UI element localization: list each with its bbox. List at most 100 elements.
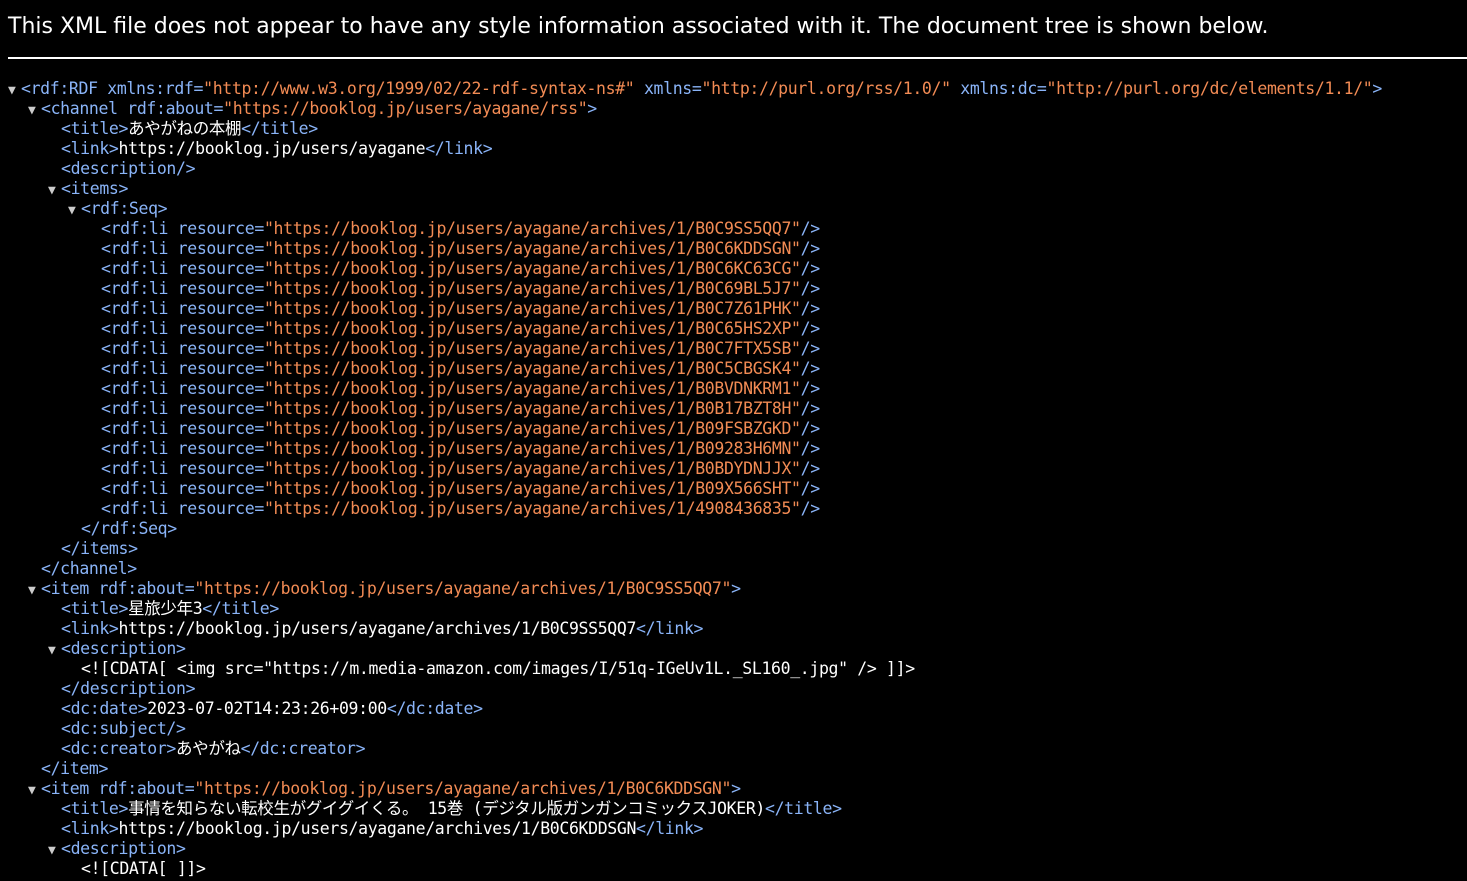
xml-tag: <rdf:li [101,319,169,338]
collapse-triangle-icon[interactable]: ▼ [28,101,41,121]
xml-tag: /> [800,379,821,398]
xml-tag: <rdf:li [101,219,169,238]
collapse-triangle-icon[interactable]: ▼ [28,781,41,801]
tree-line: ▼<title>事情を知らない転校生がグイグイくる。 15巻 (デジタル版ガンガ… [8,799,1467,819]
collapse-triangle-icon[interactable]: ▼ [48,841,61,861]
xml-tag: </channel> [41,559,137,578]
xml-tag: <rdf:RDF [21,79,98,98]
xml-tag: <items> [61,179,129,198]
xml-tag: </link> [425,139,493,158]
xml-tag: <rdf:li [101,299,169,318]
xml-tag: /> [800,439,821,458]
xml-attribute-value: "https://booklog.jp/users/ayagane/archiv… [263,379,801,398]
tree-line: ▼<description/> [8,159,1467,179]
xml-tag: <description> [61,639,186,658]
xml-attribute-value: "http://purl.org/rss/1.0/" [701,79,951,98]
xml-attribute-value: "https://booklog.jp/users/ayagane/archiv… [194,579,732,598]
tree-line: ▼<rdf:li resource="https://booklog.jp/us… [8,219,1467,239]
xml-tag: <rdf:li [101,339,169,358]
xml-attribute-name: xmlns:dc= [950,79,1047,98]
xml-attribute-name: resource= [168,499,265,518]
collapse-triangle-icon[interactable]: ▼ [28,581,41,601]
tree-line: ▼</description> [8,679,1467,699]
tree-line: ▼ <items> [8,179,1467,199]
collapse-triangle-icon[interactable]: ▼ [48,641,61,661]
xml-tag: <rdf:li [101,359,169,378]
tree-line: ▼ <channel rdf:about="https://booklog.jp/… [8,99,1467,119]
xml-text: あやがねの本棚 [128,119,242,138]
xml-tag: <rdf:li [101,479,169,498]
collapse-triangle-icon[interactable]: ▼ [8,81,21,101]
xml-tag: /> [800,479,821,498]
xml-tag: <dc:date> [61,699,148,718]
xml-text: https://booklog.jp/users/ayagane/archive… [118,619,637,638]
xml-tag: </dc:creator> [240,739,366,758]
tree-line: ▼<rdf:li resource="https://booklog.jp/us… [8,479,1467,499]
tree-line: ▼<rdf:li resource="https://booklog.jp/us… [8,239,1467,259]
tree-line: ▼</item> [8,759,1467,779]
xml-tag: <title> [61,599,129,618]
xml-tag: <rdf:li [101,439,169,458]
collapse-triangle-icon[interactable]: ▼ [48,181,61,201]
xml-tag: </title> [764,799,842,818]
tree-line: ▼<rdf:li resource="https://booklog.jp/us… [8,279,1467,299]
xml-tag: <item [41,779,89,798]
xml-tag: <link> [61,819,119,838]
xml-tag: <rdf:li [101,459,169,478]
xml-tag: </title> [202,599,279,618]
tree-line: ▼<rdf:li resource="https://booklog.jp/us… [8,319,1467,339]
xml-attribute-name: resource= [168,299,265,318]
xml-attribute-value: "http://purl.org/dc/elements/1.1/" [1046,79,1373,98]
xml-tag: /> [800,499,821,518]
xml-tag: <link> [61,619,119,638]
xml-text: 事情を知らない転校生がグイグイくる。 15巻 (デジタル版ガンガンコミックスJO… [128,799,765,818]
xml-tag: <link> [61,139,119,158]
tree-line: ▼<rdf:li resource="https://booklog.jp/us… [8,419,1467,439]
xml-tag: <rdf:li [101,419,169,438]
xml-tag: </description> [61,679,196,698]
xml-attribute-name: resource= [168,439,265,458]
xml-tag: </dc:date> [386,699,483,718]
xml-text: <![CDATA[ <img src="https://m.media-amaz… [81,659,915,678]
xml-attribute-name: resource= [168,219,265,238]
xml-text: 星旅少年3 [128,599,203,618]
xml-tag: </link> [636,619,704,638]
xml-tag: /> [800,319,821,338]
xml-attribute-value: "https://booklog.jp/users/ayagane/archiv… [263,399,801,418]
xml-attribute-value: "https://booklog.jp/users/ayagane/archiv… [263,279,801,298]
tree-line: ▼<dc:subject/> [8,719,1467,739]
xml-tag: > [731,579,741,598]
xml-attribute-value: "https://booklog.jp/users/ayagane/archiv… [263,459,801,478]
tree-line: ▼<dc:creator>あやがね</dc:creator> [8,739,1467,759]
xml-tag: > [731,779,741,798]
xml-tag: <description> [61,839,186,858]
xml-attribute-value: "https://booklog.jp/users/ayagane/archiv… [263,479,801,498]
xml-attribute-value: "https://booklog.jp/users/ayagane/rss" [223,99,588,118]
xml-attribute-name: rdf:about= [88,579,195,598]
tree-line: ▼<rdf:li resource="https://booklog.jp/us… [8,499,1467,519]
xml-tag: /> [800,239,821,258]
xml-attribute-value: "http://www.w3.org/1999/02/22-rdf-syntax… [203,79,635,98]
xml-tag: <description/> [61,159,196,178]
xml-tag: <rdf:li [101,279,169,298]
xml-attribute-name: xmlns= [634,79,702,98]
xml-tag: </link> [636,819,704,838]
xml-tag: <rdf:li [101,259,169,278]
xml-text: https://booklog.jp/users/ayagane [118,139,426,158]
xml-attribute-value: "https://booklog.jp/users/ayagane/archiv… [263,299,801,318]
xml-attribute-name: resource= [168,379,265,398]
xml-attribute-value: "https://booklog.jp/users/ayagane/archiv… [263,359,801,378]
tree-line: ▼</items> [8,539,1467,559]
xml-attribute-name: rdf:about= [88,779,195,798]
xml-tag: <dc:creator> [61,739,177,758]
xml-tag: > [587,99,597,118]
tree-line: ▼<rdf:li resource="https://booklog.jp/us… [8,339,1467,359]
tree-line: ▼<dc:date>2023-07-02T14:23:26+09:00</dc:… [8,699,1467,719]
tree-line: ▼<![CDATA[ ]]> [8,859,1467,879]
tree-line: ▼<rdf:li resource="https://booklog.jp/us… [8,359,1467,379]
collapse-triangle-icon[interactable]: ▼ [68,201,81,221]
xml-text: 2023-07-02T14:23:26+09:00 [147,699,387,718]
xml-tag: </title> [241,119,318,138]
xml-text: あやがね [176,739,241,758]
xml-attribute-value: "https://booklog.jp/users/ayagane/archiv… [263,319,801,338]
